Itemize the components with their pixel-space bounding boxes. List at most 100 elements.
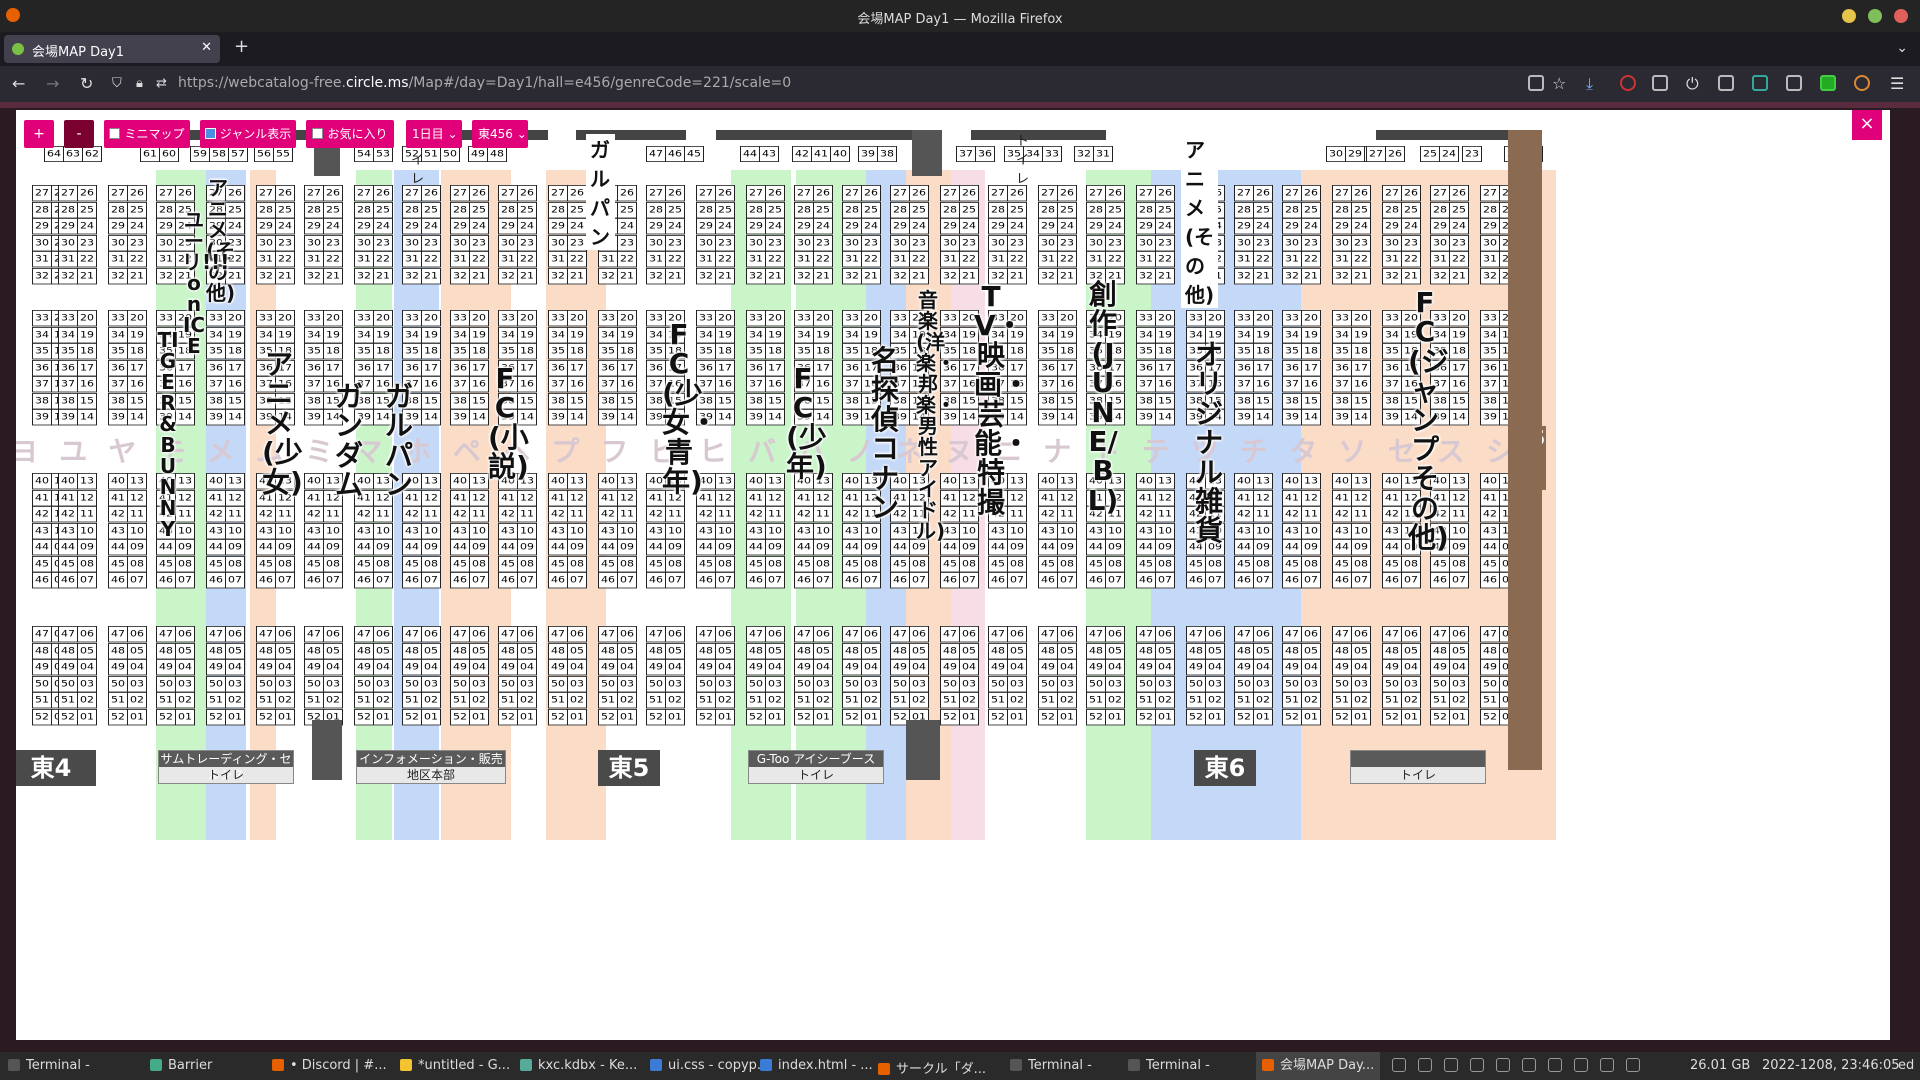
desk-pair[interactable]: 5102 [156,692,195,709]
desk-pair[interactable]: 5201 [58,708,97,725]
desk-number[interactable]: 47 [1382,626,1402,643]
desk-number[interactable]: 48 [206,642,226,659]
desk-number[interactable]: 17 [567,359,587,376]
desk-number[interactable]: 47 [548,626,568,643]
desk-number[interactable]: 49 [988,659,1008,676]
desk-number[interactable]: 05 [1401,642,1421,659]
desk-pair[interactable]: 4112 [1234,489,1273,506]
desk-number[interactable]: 37 [940,376,960,393]
desk-number[interactable]: 41 [598,489,618,506]
desk-number[interactable]: 14 [225,409,245,426]
desk-pair[interactable]: 5201 [156,708,195,725]
desk-pair[interactable]: 5201 [598,708,637,725]
desk-number[interactable]: 34 [548,326,568,343]
desk-number[interactable]: 32 [354,267,374,284]
desk-pair[interactable]: 4211 [58,506,97,523]
desk-number[interactable]: 50 [1186,675,1206,692]
desk-pair[interactable]: 4706 [498,626,537,643]
desk-number[interactable]: 43 [402,522,422,539]
desk-number[interactable]: 04 [1007,659,1027,676]
desk-pair[interactable]: 3122 [498,251,537,268]
desk-number[interactable]: 02 [1351,692,1371,709]
desk-number[interactable]: 26 [765,185,785,202]
desk-number[interactable]: 28 [1086,201,1106,218]
desk-number[interactable]: 51 [32,692,52,709]
desk-number[interactable]: 43 [206,522,226,539]
desk-number[interactable]: 01 [225,708,245,725]
desk-number[interactable]: 19 [1057,326,1077,343]
desk-pair[interactable]: 4409 [548,539,587,556]
desk-number[interactable]: 49 [794,659,814,676]
desk-number[interactable]: 15 [1301,392,1321,409]
desk-number[interactable]: 07 [617,572,637,589]
desk-number[interactable]: 08 [909,555,929,572]
desk-number[interactable]: 33 [746,310,766,327]
desk-number[interactable]: 25 [275,201,295,218]
desk-pair[interactable]: 4211 [1136,506,1175,523]
desk-pair[interactable]: 4112 [58,489,97,506]
desk-number[interactable]: 43 [1332,522,1352,539]
desk-number[interactable]: 49 [1332,659,1352,676]
desk-number[interactable]: 27 [988,185,1008,202]
desk-pair[interactable]: 5102 [598,692,637,709]
desk-pair[interactable]: 5201 [1136,708,1175,725]
desk-number[interactable]: 06 [421,626,441,643]
desk-number[interactable]: 18 [373,343,393,360]
desk-number[interactable]: 24 [275,218,295,235]
desk-number[interactable]: 41 [1136,489,1156,506]
desk-number[interactable]: 12 [715,489,735,506]
desk-number[interactable]: 34 [794,326,814,343]
desk-number[interactable]: 31 [842,251,862,268]
desk-number[interactable]: 28 [256,201,276,218]
desk-number[interactable]: 51 [842,692,862,709]
desk-number[interactable]: 18 [813,343,833,360]
desk-number[interactable]: 05 [567,642,587,659]
desk-number[interactable]: 11 [1253,506,1273,523]
desk-number[interactable]: 07 [861,572,881,589]
desk-pair[interactable]: 4409 [108,539,147,556]
desk-number[interactable]: 42 [1282,506,1302,523]
desk-number[interactable]: 21 [1253,267,1273,284]
desk-number[interactable]: 48 [548,642,568,659]
desk-pair[interactable]: 4112 [1136,489,1175,506]
desk-number[interactable]: 10 [813,522,833,539]
desk-number[interactable]: 29 [402,218,422,235]
close-tab-icon[interactable]: ✕ [201,40,212,55]
desk-number[interactable]: 35 [794,343,814,360]
desk-number[interactable]: 18 [1253,343,1273,360]
desk-number[interactable]: 05 [1155,642,1175,659]
desk-pair[interactable]: 3221 [498,267,537,284]
desk-number[interactable]: 07 [1155,572,1175,589]
desk-number[interactable]: 47 [498,626,518,643]
desk-number[interactable]: 01 [1057,708,1077,725]
desk-pair[interactable]: 4409 [696,539,735,556]
desk-number[interactable]: 50 [988,675,1008,692]
minimap-toggle[interactable]: ミニマップ [104,120,190,148]
desk-number[interactable]: 32 [1038,267,1058,284]
desk-pair[interactable]: 5201 [1332,708,1371,725]
desk-number[interactable]: 04 [1155,659,1175,676]
tray-icon[interactable] [1418,1058,1432,1072]
desk-pair[interactable]: 2726 [1430,185,1469,202]
desk-pair[interactable]: 4607 [108,572,147,589]
desk-number[interactable]: 09 [127,539,147,556]
menu-icon[interactable]: ☰ [1890,74,1904,93]
desk-number[interactable]: 09 [421,539,441,556]
desk-pair[interactable]: 4310 [794,522,833,539]
desk-number[interactable]: 39 [1234,409,1254,426]
desk-pair[interactable]: 4904 [1136,659,1175,676]
desk-number[interactable]: 26 [469,185,489,202]
desk-number[interactable]: 43 [1382,522,1402,539]
desk-number[interactable]: 07 [715,572,735,589]
desk-pair[interactable]: 5003 [498,675,537,692]
desk-number[interactable]: 35 [354,343,374,360]
desk-number[interactable]: 29 [548,218,568,235]
desk-pair[interactable]: 4805 [156,642,195,659]
desk-pair[interactable]: 4409 [156,539,195,556]
desk-number[interactable]: 36 [450,359,470,376]
desk-number[interactable]: 50 [598,675,618,692]
desk-pair[interactable]: 4706 [548,626,587,643]
desk-number[interactable]: 03 [1205,675,1225,692]
desk-number[interactable]: 36 [548,359,568,376]
desk-number[interactable]: 47 [156,626,176,643]
